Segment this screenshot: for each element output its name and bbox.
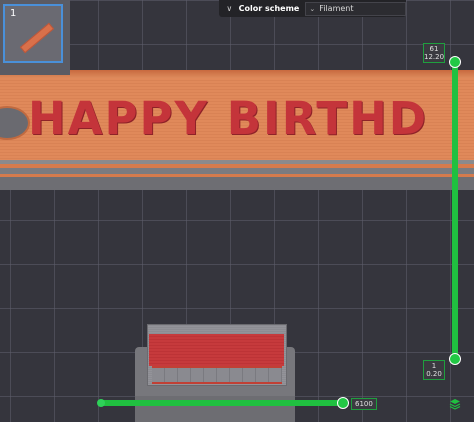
top-layer-height: 12.20 — [424, 53, 445, 61]
sign-top-edge — [0, 70, 474, 78]
top-layer-number: 61 — [429, 45, 439, 53]
color-scheme-bar: ∨ Color scheme ⌄ Filament — [219, 0, 406, 17]
color-scheme-selected: Filament — [319, 4, 354, 13]
toolhead-preview-infill — [152, 366, 282, 384]
layers-icon[interactable] — [449, 398, 461, 410]
model-sign[interactable]: HAPPY BIRTHD — [0, 70, 474, 200]
move-slider-start-handle[interactable] — [97, 399, 105, 407]
layer-slider-top-handle[interactable] — [449, 56, 461, 68]
color-scheme-dropdown[interactable]: ⌄ Filament — [305, 1, 406, 16]
move-slider-value: 6100 — [351, 398, 377, 410]
toolhead-preview-red-layers — [149, 334, 284, 366]
sign-side-layer — [0, 177, 474, 190]
chevron-down-icon: ⌄ — [309, 4, 316, 13]
plate-number: 1 — [10, 8, 17, 19]
layer-slider-bottom-handle[interactable] — [449, 353, 461, 365]
plate-thumbnail-panel: 1 — [0, 0, 70, 75]
bottom-layer-number: 1 — [431, 362, 437, 370]
layer-slider-track[interactable] — [452, 61, 458, 359]
layer-slider-bottom-label: 1 0.20 — [423, 360, 445, 380]
color-scheme-label: Color scheme — [238, 4, 300, 13]
plate-thumbnail[interactable]: 1 — [3, 4, 63, 63]
move-slider-handle[interactable] — [337, 397, 349, 409]
bottom-layer-height: 0.20 — [426, 370, 442, 378]
sign-raised-text: HAPPY BIRTHD — [28, 92, 429, 145]
collapse-chevron-icon[interactable]: ∨ — [222, 4, 237, 13]
move-slider-track[interactable] — [99, 400, 345, 406]
thumbnail-model-icon — [19, 22, 55, 54]
3d-preview-viewport[interactable]: HAPPY BIRTHD 1 ∨ Color scheme ⌄ Filament… — [0, 0, 474, 422]
layer-slider-top-label: 61 12.20 — [423, 43, 445, 63]
